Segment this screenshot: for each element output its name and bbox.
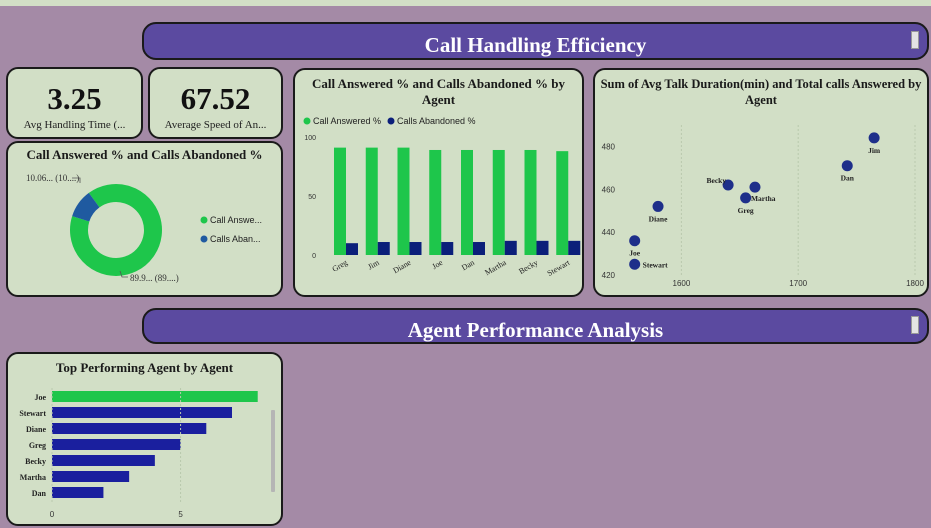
point-label: Diane (649, 214, 668, 223)
hbar-joe[interactable] (52, 391, 258, 402)
legend-marker-abandoned (387, 117, 395, 125)
donut-chart: 10.06... (10....) 89.9... (89....) Call … (26, 173, 262, 283)
point-label: Becky (707, 176, 727, 185)
x-tick-label: Martha (483, 258, 508, 278)
bar-call-answered[interactable] (334, 147, 346, 255)
legend-marker-abandoned (200, 235, 208, 243)
legend-label-abandoned[interactable]: Calls Abandoned % (397, 116, 476, 126)
kpi-value: 67.52 (180, 81, 251, 116)
section-banner-efficiency: Call Handling Efficiency (142, 22, 929, 60)
column-chart-card[interactable]: Call Answered % and Calls Abandoned % by… (293, 68, 584, 297)
x-tick-label: Greg (331, 258, 349, 274)
focus-mode-icon[interactable] (911, 316, 919, 334)
donut-label-answered: 89.9... (89....) (130, 273, 179, 283)
kpi-label: Average Speed of An... (164, 119, 267, 131)
bar-call-answered[interactable] (492, 149, 505, 255)
x-tick-label: 1600 (673, 279, 691, 288)
legend-label-answered[interactable]: Call Answe... (210, 215, 262, 225)
y-tick-label: 460 (602, 185, 616, 194)
x-tick-label: Joe (431, 258, 445, 271)
column-chart: Call Answered % Calls Abandoned % 0 50 100… (303, 116, 581, 278)
section-banner-performance: Agent Performance Analysis (142, 308, 929, 344)
scatter-point-diane[interactable] (652, 200, 664, 212)
kpi-card-avg-handling-time[interactable]: 3.25 Avg Handling Time (... (6, 67, 143, 139)
scatter-point-stewart[interactable] (629, 258, 641, 270)
scatter-point-martha[interactable] (749, 181, 761, 193)
bar-calls-abandoned[interactable] (441, 242, 454, 255)
point-label: Martha (751, 194, 776, 203)
hbar-diane[interactable] (52, 423, 207, 434)
x-tick-label: 5 (178, 510, 183, 519)
kpi-label: Avg Handling Time (... (23, 119, 126, 131)
hbar-martha[interactable] (52, 471, 130, 482)
y-tick-label: 100 (304, 135, 316, 142)
x-tick-label: Diane (391, 258, 412, 276)
scatter-point-joe[interactable] (629, 235, 641, 247)
scatter-point-greg[interactable] (740, 192, 752, 204)
point-label: Joe (629, 249, 641, 258)
legend-marker-answered (303, 117, 311, 125)
y-tick-label: Dan (32, 489, 47, 498)
y-tick-label: 440 (602, 228, 616, 237)
bar-call-answered[interactable] (365, 147, 378, 255)
y-tick-label: Stewart (19, 409, 46, 418)
bar-call-answered[interactable] (429, 149, 442, 255)
bar-calls-abandoned[interactable] (473, 242, 485, 255)
y-tick-label: Martha (20, 473, 46, 482)
bar-calls-abandoned[interactable] (536, 240, 549, 255)
y-tick-label: 480 (602, 142, 616, 151)
section-title: Agent Performance Analysis (407, 318, 664, 342)
donut-slice-abandoned[interactable] (72, 192, 100, 223)
x-tick-label: 0 (50, 510, 55, 519)
hbar-stewart[interactable] (52, 407, 232, 418)
kpi-card-average-speed[interactable]: 67.52 Average Speed of An... (148, 67, 283, 139)
y-tick-label: Diane (26, 425, 46, 434)
bar-calls-abandoned[interactable] (409, 242, 422, 255)
bar-call-answered[interactable] (524, 149, 537, 255)
x-tick-label: Jim (366, 258, 381, 272)
legend-label-answered[interactable]: Call Answered % (313, 116, 381, 126)
x-tick-label: Becky (517, 258, 539, 276)
legend-label-abandoned[interactable]: Calls Aban... (210, 234, 261, 244)
x-tick-label: Stewart (546, 258, 572, 278)
donut-chart-card[interactable]: Call Answered % and Calls Abandoned % 10… (6, 141, 283, 297)
scatter-chart-card[interactable]: Sum of Avg Talk Duration(min) and Total … (593, 68, 929, 297)
bar-calls-abandoned[interactable] (504, 240, 517, 255)
point-label: Greg (738, 206, 754, 215)
y-tick-label: Greg (29, 441, 46, 450)
hbar-dan[interactable] (52, 487, 104, 498)
x-tick-label: Dan (460, 258, 476, 272)
focus-mode-icon[interactable] (911, 31, 919, 49)
y-tick-label: 50 (308, 194, 316, 201)
bar-calls-abandoned[interactable] (568, 240, 581, 255)
bar-call-answered[interactable] (461, 149, 473, 255)
bar-calls-abandoned[interactable] (346, 243, 358, 255)
scatter-point-dan[interactable] (841, 160, 853, 172)
point-label: Jim (868, 146, 881, 155)
x-tick-label: 1800 (906, 279, 924, 288)
y-tick-label: Joe (34, 393, 46, 402)
y-tick-label: 0 (312, 253, 316, 260)
hbar-chart-card[interactable]: Top Performing Agent by Agent Joe Stewart… (6, 352, 283, 526)
top-strip (0, 0, 931, 6)
point-label: Stewart (643, 260, 668, 269)
hbar-becky[interactable] (52, 455, 155, 466)
scatter-chart: 1600 1700 1800 420 440 460 480 Jim Dan Becky Marth… (602, 125, 924, 288)
section-title: Call Handling Efficiency (424, 33, 647, 57)
scrollbar[interactable] (271, 410, 275, 492)
y-tick-label: 420 (602, 271, 616, 280)
point-label: Dan (841, 174, 855, 183)
hbar-chart: Joe Stewart Diane Greg Becky Martha Dan 0 5 (19, 388, 275, 519)
hbar-greg[interactable] (52, 439, 181, 450)
legend-marker-answered (200, 216, 208, 224)
y-tick-label: Becky (25, 457, 46, 466)
bar-call-answered[interactable] (397, 147, 410, 255)
bar-call-answered[interactable] (556, 151, 569, 255)
kpi-value: 3.25 (47, 81, 102, 116)
donut-label-abandoned: 10.06... (10....) (26, 173, 79, 183)
scatter-point-jim[interactable] (868, 132, 880, 144)
bar-calls-abandoned[interactable] (377, 242, 390, 255)
x-tick-label: 1700 (789, 279, 807, 288)
